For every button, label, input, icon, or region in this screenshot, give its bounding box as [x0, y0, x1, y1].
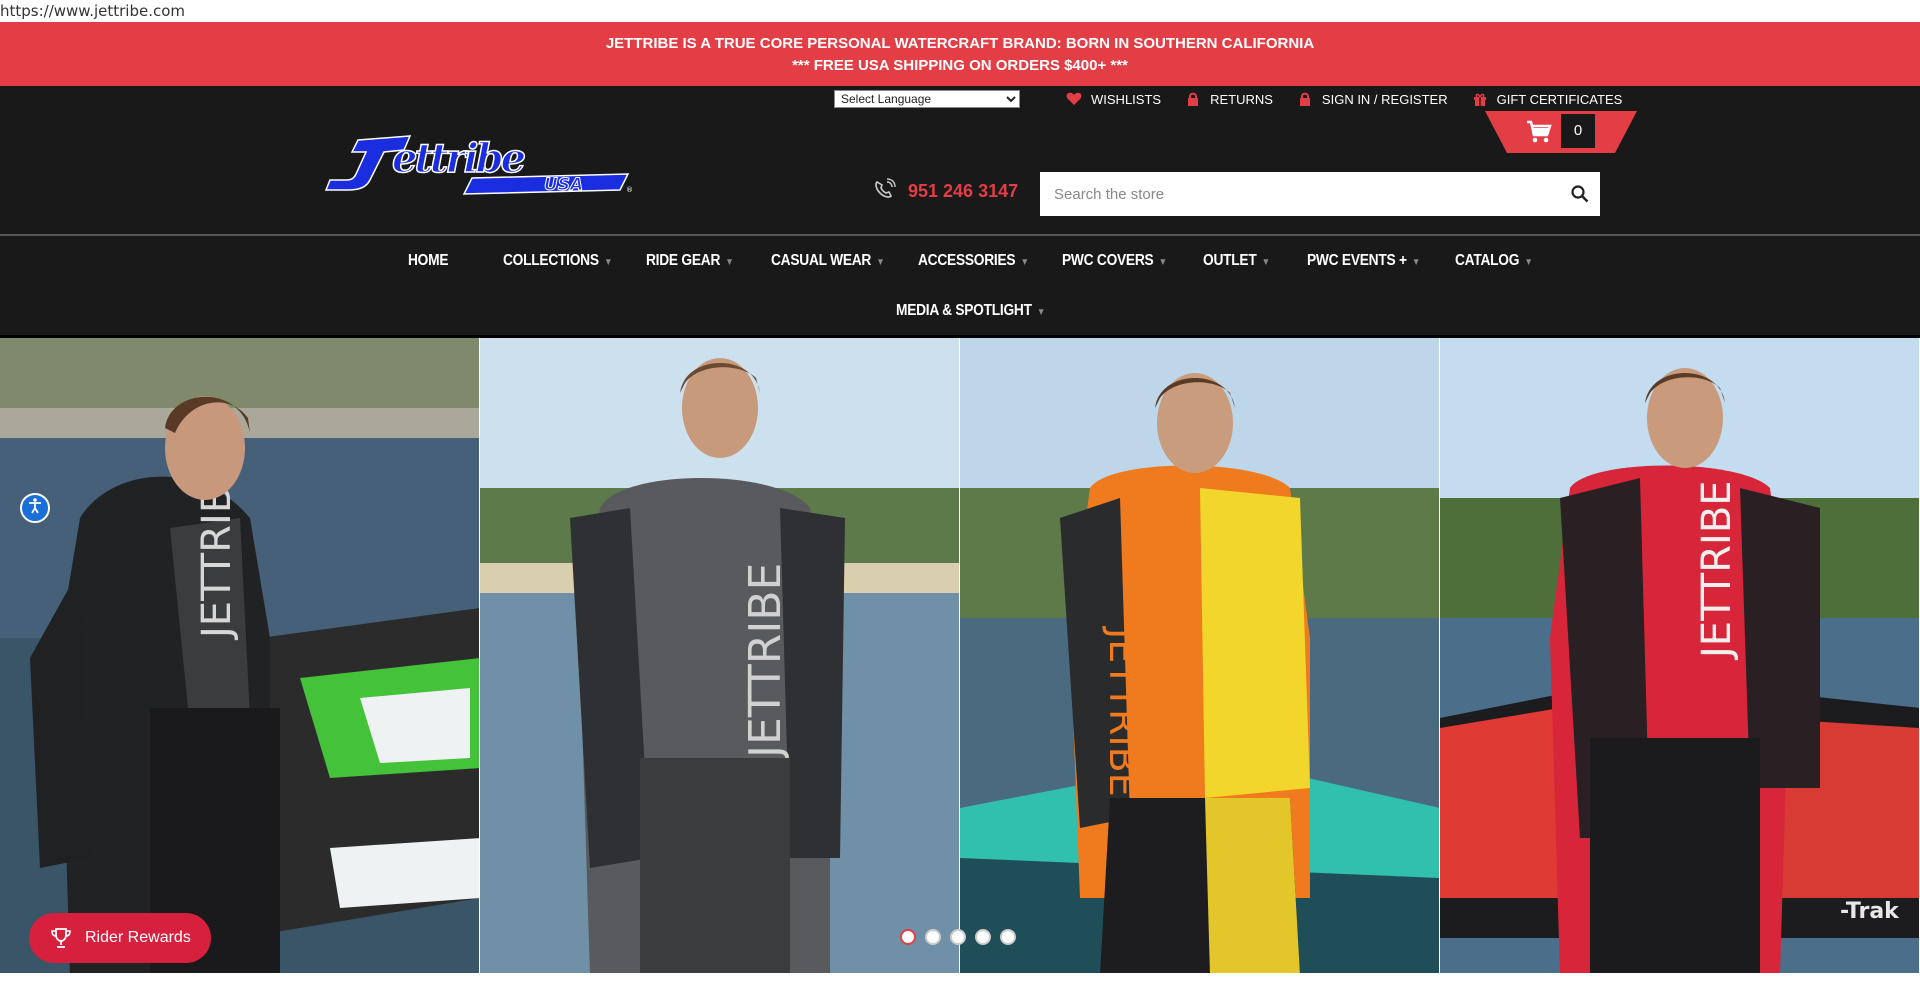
phone-contact[interactable]: 951 246 3147	[872, 178, 1018, 205]
gift-certificates-link[interactable]: GIFT CERTIFICATES	[1472, 91, 1623, 107]
hero-slide-1[interactable]: JETTRIBE	[0, 338, 480, 975]
svg-text:JETTRIBE: JETTRIBE	[1101, 626, 1145, 797]
caret-down-icon: ▼	[876, 257, 885, 268]
caret-down-icon: ▼	[725, 257, 734, 268]
gift-icon	[1472, 91, 1488, 107]
svg-text:-Trak: -Trak	[1840, 899, 1900, 924]
promo-banner: JETTRIBE IS A TRUE CORE PERSONAL WATERCR…	[0, 22, 1920, 86]
language-select[interactable]: Select Language	[834, 90, 1020, 108]
nav-pwc-covers[interactable]: PWC COVERS ▼	[1062, 236, 1167, 286]
caret-down-icon: ▼	[1020, 257, 1029, 268]
promo-line-1: JETTRIBE IS A TRUE CORE PERSONAL WATERCR…	[605, 35, 1315, 52]
promo-line-2: *** FREE USA SHIPPING ON ORDERS $400+ **…	[792, 57, 1128, 74]
carousel-dot-1[interactable]	[900, 929, 916, 945]
trophy-icon	[49, 926, 73, 950]
site-header: ettribe USA ® Select Language WISHLISTS …	[0, 86, 1920, 235]
returns-link[interactable]: RETURNS	[1185, 91, 1273, 107]
carousel-dot-4[interactable]	[975, 929, 991, 945]
svg-text:USA: USA	[544, 175, 583, 195]
search-icon[interactable]	[1560, 185, 1600, 203]
sign-in-register-label: SIGN IN / REGISTER	[1321, 91, 1448, 107]
svg-text:ettribe: ettribe	[392, 135, 525, 182]
header-top-links: WISHLISTS RETURNS SIGN IN / REGISTER GIF…	[1066, 90, 1646, 108]
browser-url[interactable]: https://www.jettribe.com	[0, 0, 1920, 22]
nav-home[interactable]: HOME	[408, 236, 449, 286]
caret-down-icon: ▼	[1158, 257, 1168, 268]
search-bar	[1040, 172, 1600, 216]
nav-outlet[interactable]: OUTLET ▼	[1203, 236, 1270, 286]
phone-number: 951 246 3147	[908, 181, 1019, 201]
caret-down-icon: ▼	[1524, 257, 1533, 268]
hero-slide-3[interactable]: JETTRIBE	[960, 338, 1440, 975]
page-bottom-strip	[0, 973, 1920, 993]
lock-icon	[1185, 91, 1201, 107]
sign-in-register-link[interactable]: SIGN IN / REGISTER	[1297, 91, 1448, 107]
lock-icon	[1297, 91, 1313, 107]
svg-text:JETTRIBE: JETTRIBE	[1694, 480, 1740, 661]
carousel-dot-5[interactable]	[1000, 929, 1016, 945]
wishlists-label: WISHLISTS	[1091, 91, 1162, 107]
nav-catalog[interactable]: CATALOG ▼	[1455, 236, 1533, 286]
nav-pwc-events[interactable]: PWC EVENTS + ▼	[1307, 236, 1420, 286]
cart-count: 0	[1561, 114, 1595, 148]
caret-down-icon: ▼	[603, 257, 613, 268]
search-input[interactable]	[1040, 172, 1560, 216]
nav-casual-wear[interactable]: CASUAL WEAR ▼	[771, 236, 885, 286]
hero-slide-4[interactable]: JETTRIBE -Trak	[1440, 338, 1920, 975]
phone-icon	[872, 178, 898, 205]
accessibility-button[interactable]	[20, 493, 50, 523]
carousel-dots	[900, 929, 1025, 945]
main-navigation: HOME COLLECTIONS ▼ RIDE GEAR ▼ CASUAL WEAR…	[0, 235, 1920, 336]
svg-text:JETTRIBE: JETTRIBE	[740, 563, 791, 761]
heart-icon	[1066, 91, 1082, 107]
gift-certificates-label: GIFT CERTIFICATES	[1496, 91, 1623, 107]
hero-slide-2[interactable]: JETTRIBE	[480, 338, 960, 975]
jettribe-logo[interactable]: ettribe USA ®	[322, 130, 636, 200]
carousel-dot-2[interactable]	[925, 929, 941, 945]
wishlists-link[interactable]: WISHLISTS	[1066, 91, 1161, 107]
rider-rewards-button[interactable]: Rider Rewards	[29, 913, 211, 963]
returns-label: RETURNS	[1210, 91, 1273, 107]
accessibility-icon	[26, 497, 44, 520]
nav-media-spotlight[interactable]: MEDIA & SPOTLIGHT ▼	[896, 286, 1045, 336]
caret-down-icon: ▼	[1036, 307, 1046, 318]
caret-down-icon: ▼	[1261, 257, 1271, 268]
nav-accessories[interactable]: ACCESSORIES ▼	[918, 236, 1029, 286]
nav-ride-gear[interactable]: RIDE GEAR ▼	[646, 236, 734, 286]
hero-carousel[interactable]: JETTRIBE JETTRIBE JETTRIBE JETTRIBE -Tra…	[0, 336, 1920, 975]
svg-text:®: ®	[626, 186, 633, 194]
rider-rewards-label: Rider Rewards	[85, 929, 191, 946]
caret-down-icon: ▼	[1411, 257, 1421, 268]
nav-collections[interactable]: COLLECTIONS ▼	[503, 236, 612, 286]
carousel-dot-3[interactable]	[950, 929, 966, 945]
